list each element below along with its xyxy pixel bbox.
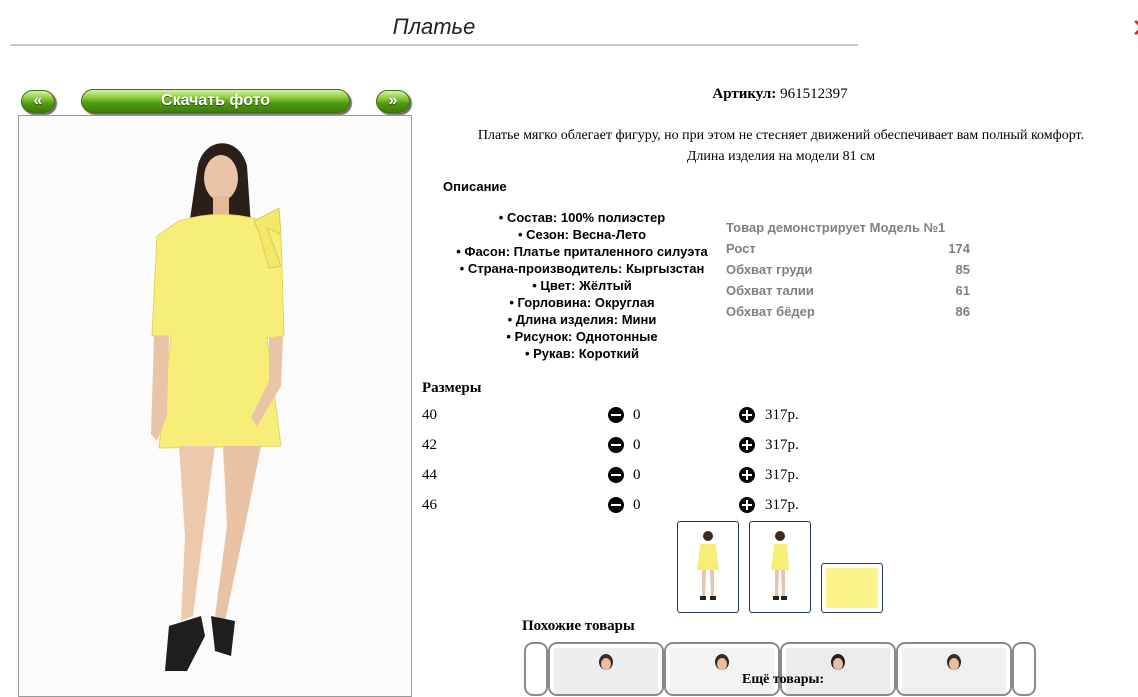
next-photo-button[interactable]: » xyxy=(376,90,410,113)
description-item: Фасон: Платье приталенного силуэта xyxy=(437,243,727,260)
minus-icon[interactable] xyxy=(608,437,624,453)
download-photo-button[interactable]: Скачать фото xyxy=(81,89,350,113)
description-item: Состав: 100% полиэстер xyxy=(437,209,727,226)
size-row: 42 0 317р. xyxy=(422,434,842,456)
table-row: Обхват талии 61 xyxy=(726,280,970,301)
table-row: Обхват бёдер 86 xyxy=(726,301,970,322)
prev-photo-button[interactable]: « xyxy=(21,90,55,113)
sizes-heading: Размеры xyxy=(422,380,482,396)
thumbnail-fabric[interactable] xyxy=(821,563,883,613)
article-label: Артикул: xyxy=(712,86,777,102)
similar-product-card[interactable] xyxy=(548,642,664,696)
page-title: Платье xyxy=(10,12,858,46)
size-label: 40 xyxy=(422,407,437,423)
similar-product-image xyxy=(554,648,658,694)
model-row-label: Обхват бёдер xyxy=(726,304,815,319)
description-item: Рисунок: Однотонные xyxy=(437,328,727,345)
model-row-value: 86 xyxy=(955,304,970,319)
table-row: Обхват груди 85 xyxy=(726,259,970,280)
size-price: 317р. xyxy=(765,437,799,453)
model-photo-image xyxy=(19,116,411,696)
model-measurements-table: Товар демонстрирует Модель №1 Рост 174 О… xyxy=(726,217,970,322)
product-photo[interactable] xyxy=(18,115,412,697)
thumbnail-image xyxy=(771,531,789,600)
minus-icon[interactable] xyxy=(608,497,624,513)
description-item: Страна-производитель: Кыргызстан xyxy=(437,260,727,277)
model-heading: Товар демонстрирует Модель №1 xyxy=(726,220,946,235)
size-qty: 0 xyxy=(633,497,641,513)
size-qty: 0 xyxy=(633,437,641,453)
size-qty: 0 xyxy=(633,467,641,483)
description-item: Сезон: Весна-Лето xyxy=(437,226,727,243)
description-item: Цвет: Жёлтый xyxy=(437,277,727,294)
size-price: 317р. xyxy=(765,467,799,483)
size-qty: 0 xyxy=(633,407,641,423)
description-item: Горловина: Округлая xyxy=(437,294,727,311)
size-price: 317р. xyxy=(765,407,799,423)
close-icon[interactable]: ✕ xyxy=(1131,14,1138,44)
article-value: 961512397 xyxy=(780,86,848,102)
similar-products-heading: Похожие товары xyxy=(522,618,635,634)
model-row-label: Рост xyxy=(726,241,756,256)
more-products-heading: Ещё товары: xyxy=(742,672,825,687)
size-label: 42 xyxy=(422,437,437,453)
plus-icon[interactable] xyxy=(739,467,755,483)
carousel-prev[interactable] xyxy=(524,642,548,696)
description-item: Длина изделия: Мини xyxy=(437,311,727,328)
model-row-value: 85 xyxy=(955,262,970,277)
minus-icon[interactable] xyxy=(608,407,624,423)
thumbnail-front[interactable] xyxy=(677,521,739,613)
description-list: Состав: 100% полиэстер Сезон: Весна-Лето… xyxy=(437,209,727,362)
similar-product-image xyxy=(902,648,1006,694)
blurb-line-1: Платье мягко облегает фигуру, но при это… xyxy=(477,128,1085,143)
minus-icon[interactable] xyxy=(608,467,624,483)
product-blurb: Платье мягко облегает фигуру, но при это… xyxy=(428,125,1134,167)
description-heading: Описание xyxy=(443,179,507,194)
description-item: Рукав: Короткий xyxy=(437,345,727,362)
thumbnail-image xyxy=(697,531,719,600)
table-row: Рост 174 xyxy=(726,238,970,259)
plus-icon[interactable] xyxy=(739,407,755,423)
model-row-value: 61 xyxy=(955,283,970,298)
size-row: 46 0 317р. xyxy=(422,494,842,516)
size-label: 46 xyxy=(422,497,437,513)
similar-product-card[interactable] xyxy=(896,642,1012,696)
thumbnail-side[interactable] xyxy=(749,521,811,613)
model-row-value: 174 xyxy=(948,241,970,256)
thumbnail-image xyxy=(826,568,878,608)
carousel-next[interactable] xyxy=(1012,642,1036,696)
plus-icon[interactable] xyxy=(739,497,755,513)
article-line: Артикул: 961512397 xyxy=(660,86,900,103)
size-row: 44 0 317р. xyxy=(422,464,842,486)
model-row-label: Обхват груди xyxy=(726,262,813,277)
size-row: 40 0 317р. xyxy=(422,404,842,426)
blurb-line-2: Длина изделия на модели 81 см xyxy=(686,149,876,164)
size-price: 317р. xyxy=(765,497,799,513)
model-row-label: Обхват талии xyxy=(726,283,814,298)
plus-icon[interactable] xyxy=(739,437,755,453)
size-label: 44 xyxy=(422,467,437,483)
